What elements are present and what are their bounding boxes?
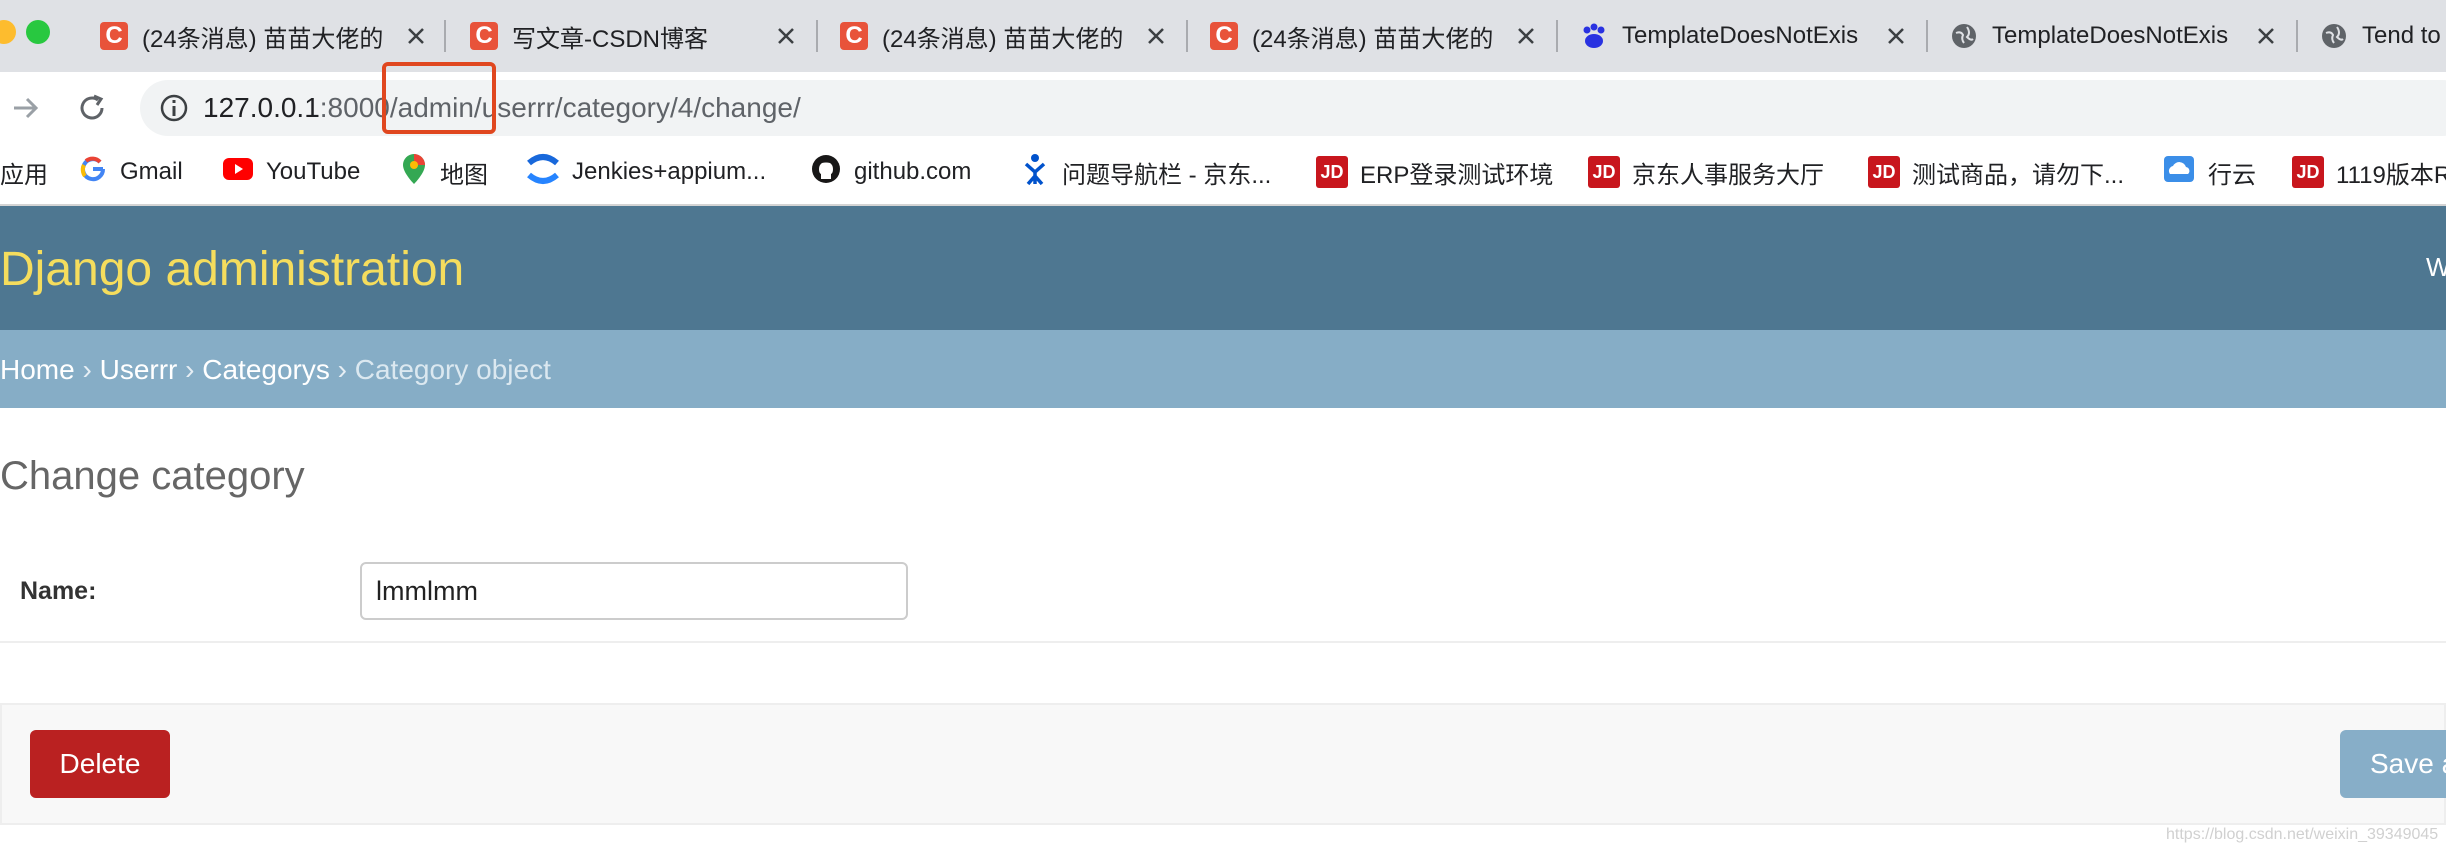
maps-pin-icon bbox=[400, 152, 428, 193]
tab-title: (24条消息) 苗苗大佬的 bbox=[1252, 25, 1494, 53]
bookmark-jd-hr[interactable]: JD 京东人事服务大厅 bbox=[1588, 150, 1824, 194]
jd-icon: JD bbox=[1316, 156, 1348, 188]
tab-divider bbox=[816, 20, 818, 52]
close-tab-icon[interactable] bbox=[404, 24, 428, 48]
bookmark-test-goods[interactable]: JD 测试商品，请勿下... bbox=[1868, 150, 2124, 194]
annotation-highlight-box bbox=[382, 62, 496, 134]
url-text[interactable]: 127.0.0.1:8000/admin/userrr/category/4/c… bbox=[203, 88, 801, 128]
tab-title: TemplateDoesNotExis bbox=[1992, 22, 2229, 49]
csdn-icon: C bbox=[1208, 20, 1240, 52]
browser-tab[interactable]: Tend to bbox=[2318, 12, 2446, 60]
breadcrumb-model[interactable]: Categorys bbox=[202, 354, 330, 385]
tab-title: Tend to bbox=[2362, 22, 2441, 49]
close-tab-icon[interactable] bbox=[774, 24, 798, 48]
breadcrumb-separator: › bbox=[337, 354, 347, 385]
bookmark-erp-login[interactable]: JD ERP登录测试环境 bbox=[1316, 150, 1553, 194]
tab-divider bbox=[444, 20, 446, 52]
bookmark-issue-nav[interactable]: 问题导航栏 - 京东... bbox=[1020, 150, 1271, 194]
globe-icon bbox=[2318, 20, 2350, 52]
watermark: https://blog.csdn.net/weixin_39349045 bbox=[2166, 826, 2439, 843]
tab-title: (24条消息) 苗苗大佬的 bbox=[142, 25, 384, 53]
browser-tab[interactable]: C (24条消息) 苗苗大佬的 bbox=[1208, 12, 1538, 60]
jira-icon bbox=[1020, 152, 1050, 193]
bookmark-maps[interactable]: 地图 bbox=[400, 150, 488, 194]
bookmark-youtube[interactable]: YouTube bbox=[222, 150, 360, 194]
google-icon bbox=[78, 154, 108, 191]
close-tab-icon[interactable] bbox=[1884, 24, 1908, 48]
bookmark-xingyun[interactable]: 行云 bbox=[2162, 150, 2256, 194]
globe-icon bbox=[1948, 20, 1980, 52]
browser-tab[interactable]: C (24条消息) 苗苗大佬的 bbox=[98, 12, 428, 60]
close-tab-icon[interactable] bbox=[2254, 24, 2278, 48]
csdn-icon: C bbox=[98, 20, 130, 52]
tab-title: 写文章-CSDN博客 bbox=[512, 25, 708, 53]
csdn-icon: C bbox=[468, 20, 500, 52]
browser-tab[interactable]: C (24条消息) 苗苗大佬的 bbox=[838, 12, 1168, 60]
tab-title: TemplateDoesNotExis bbox=[1622, 22, 1859, 49]
bookmark-1119[interactable]: JD 1119版本R bbox=[2292, 150, 2446, 194]
baidu-icon bbox=[1578, 20, 1610, 52]
bookmark-jenkies[interactable]: Jenkies+appium... bbox=[526, 150, 766, 194]
browser-tab[interactable]: C 写文章-CSDN博客 bbox=[468, 12, 798, 60]
name-label: Name: bbox=[20, 577, 97, 605]
breadcrumb-app[interactable]: Userrr bbox=[100, 354, 178, 385]
close-tab-icon[interactable] bbox=[1144, 24, 1168, 48]
save-button[interactable]: Save a bbox=[2340, 730, 2446, 798]
cloud-icon bbox=[2162, 154, 2196, 191]
breadcrumb-trail: Home › Userrr › Categorys › Category obj… bbox=[0, 350, 551, 390]
bookmark-apps[interactable]: 应用 bbox=[0, 150, 48, 194]
forward-icon[interactable] bbox=[10, 92, 42, 129]
breadcrumb-home[interactable]: Home bbox=[0, 354, 75, 385]
csdn-icon: C bbox=[838, 20, 870, 52]
breadcrumb-current: Category object bbox=[354, 354, 551, 385]
browser-tab[interactable]: TemplateDoesNotExis bbox=[1578, 12, 1908, 60]
tab-divider bbox=[2296, 20, 2298, 52]
jd-icon: JD bbox=[2292, 156, 2324, 188]
bookmark-gmail[interactable]: Gmail bbox=[78, 150, 183, 194]
reload-icon[interactable] bbox=[76, 92, 108, 129]
name-input[interactable] bbox=[360, 562, 908, 620]
github-icon bbox=[810, 153, 842, 192]
confluence-icon bbox=[526, 153, 560, 192]
user-tools[interactable]: W bbox=[2426, 252, 2446, 283]
browser-tab[interactable]: TemplateDoesNotExis bbox=[1948, 12, 2278, 60]
jd-icon: JD bbox=[1868, 156, 1900, 188]
site-info-icon[interactable] bbox=[158, 92, 190, 129]
site-branding[interactable]: Django administration bbox=[0, 240, 464, 300]
jd-icon: JD bbox=[1588, 156, 1620, 188]
youtube-icon bbox=[222, 157, 254, 188]
page-title: Change category bbox=[0, 454, 305, 498]
delete-button[interactable]: Delete bbox=[30, 730, 170, 798]
submit-row bbox=[0, 703, 2446, 825]
close-tab-icon[interactable] bbox=[1514, 24, 1538, 48]
breadcrumb-separator: › bbox=[82, 354, 92, 385]
bookmark-github[interactable]: github.com bbox=[810, 150, 971, 194]
tab-divider bbox=[1186, 20, 1188, 52]
tab-title: (24条消息) 苗苗大佬的 bbox=[882, 25, 1124, 53]
tab-divider bbox=[1556, 20, 1558, 52]
maximize-window-button[interactable] bbox=[26, 20, 50, 44]
breadcrumb-separator: › bbox=[185, 354, 195, 385]
tab-divider bbox=[1926, 20, 1928, 52]
